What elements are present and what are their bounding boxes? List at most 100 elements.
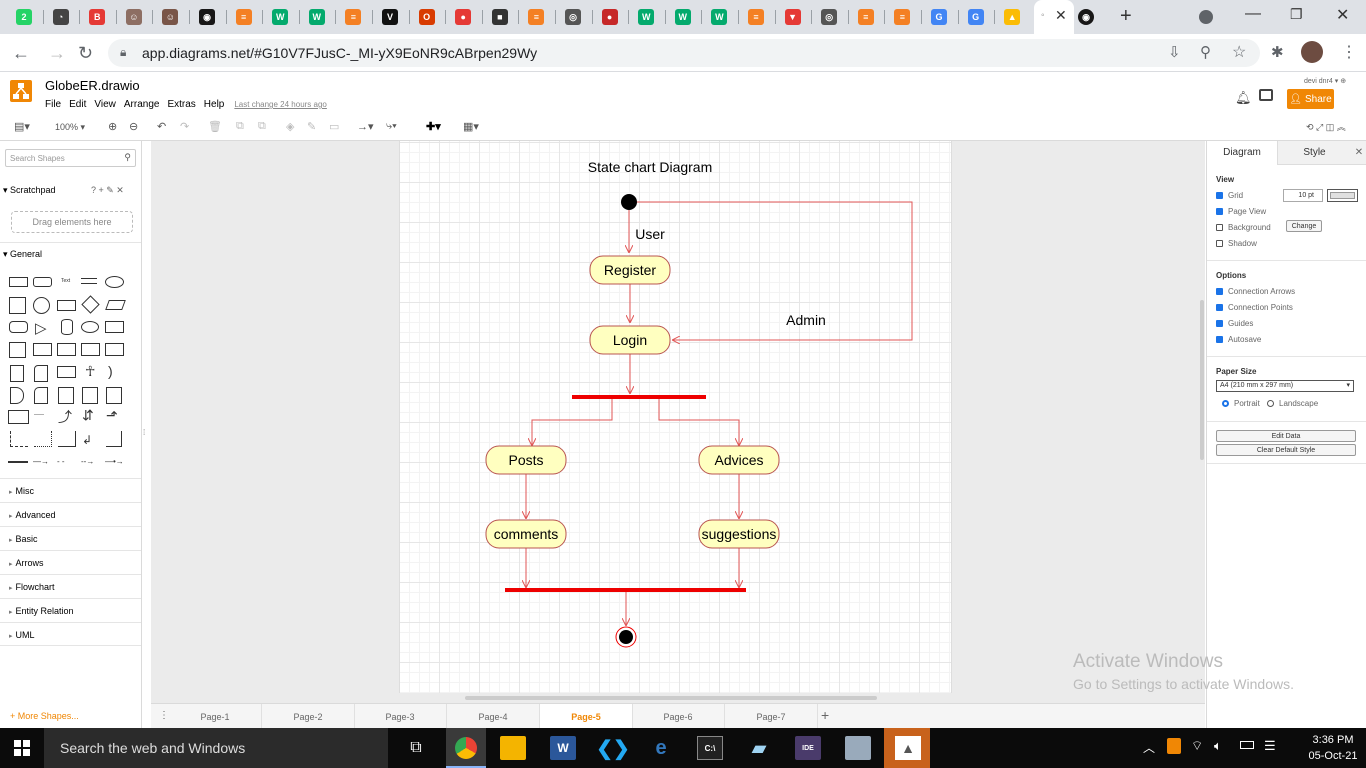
browser-tab[interactable]: ■ [488, 6, 512, 28]
scratchpad-drop-zone[interactable]: Drag elements here [11, 211, 133, 233]
diamond-shape[interactable] [81, 295, 100, 314]
search-shapes-input[interactable]: Search Shapes ⚲ [5, 149, 136, 167]
zoom-out-icon[interactable]: ⊖ [129, 120, 138, 133]
browser-tab[interactable]: ≡ [744, 6, 768, 28]
tab-diagram[interactable]: Diagram [1207, 141, 1277, 165]
clear-default-style-button[interactable]: Clear Default Style [1216, 444, 1356, 456]
word-icon[interactable]: W [550, 736, 576, 760]
terminal-icon[interactable]: C:\ [697, 736, 723, 760]
minimize-icon[interactable]: — [1245, 5, 1261, 23]
autosave-option[interactable]: Autosave [1216, 335, 1261, 344]
forward-icon[interactable]: → [48, 43, 66, 63]
shadow-icon[interactable]: ▭ [329, 120, 339, 133]
browser-tab[interactable]: ◉ [195, 6, 219, 28]
browser-tab[interactable]: ▼ [781, 6, 805, 28]
tray-app-icon[interactable] [1167, 738, 1181, 754]
frame-shape[interactable] [106, 387, 122, 404]
table-icon[interactable]: ▦▾ [463, 120, 479, 133]
sidebar-section-misc[interactable]: Misc [0, 478, 141, 502]
shadow-checkbox[interactable] [1216, 240, 1223, 247]
rounded-rectangle-shape[interactable] [33, 277, 52, 287]
taskbar-search-box[interactable]: Search the web and Windows [44, 728, 388, 768]
browser-tab[interactable]: O [415, 6, 439, 28]
paper-size-select[interactable]: A4 (210 mm x 297 mm) ▾ [1216, 380, 1354, 392]
connection-arrows-option[interactable]: Connection Arrows [1216, 287, 1295, 296]
cloud-shape[interactable] [81, 321, 99, 333]
browser-tab[interactable]: ≡ [524, 6, 548, 28]
connection-arrows-checkbox[interactable] [1216, 288, 1223, 295]
close-window-icon[interactable]: ✕ [1336, 5, 1349, 25]
guides-option[interactable]: Guides [1216, 319, 1253, 328]
page-view-option[interactable]: Page View [1216, 207, 1266, 216]
extensions-icon[interactable]: ✱ [1271, 43, 1284, 61]
elbow-connector-shape[interactable] [58, 431, 76, 447]
parallelogram-shape[interactable] [105, 300, 126, 310]
square-shape[interactable] [9, 297, 26, 314]
step-shape[interactable] [57, 343, 76, 356]
list-shape[interactable] [82, 387, 98, 404]
system-clock[interactable]: 3:36 PM 05-Oct-21 [1302, 732, 1364, 764]
bidirectional-arrow-shape[interactable]: ⇵ [82, 407, 94, 424]
connection-points-option[interactable]: Connection Points [1216, 303, 1293, 312]
link-shape[interactable]: —— [34, 412, 44, 418]
tab-page-1[interactable]: Page-1 [169, 704, 262, 729]
profile-avatar[interactable] [1301, 41, 1323, 63]
browser-tab[interactable]: W [707, 6, 731, 28]
hexagon-shape[interactable] [9, 321, 28, 333]
ellipse-shape[interactable] [105, 276, 124, 288]
zoom-select[interactable]: 100% ▾ [55, 122, 85, 133]
edge-icon[interactable]: e [648, 736, 674, 760]
arrow-up-shape[interactable]: ⬏ [106, 407, 118, 424]
browser-tab[interactable]: ● [598, 6, 622, 28]
dashed-arrow-shape[interactable]: --→ [81, 457, 94, 466]
curve-shape[interactable]: ⤴ [58, 407, 72, 427]
browser-tab[interactable]: ≡ [232, 6, 256, 28]
grid-option[interactable]: Grid [1216, 191, 1243, 200]
browser-tab[interactable]: B [85, 6, 109, 28]
tab-page-6[interactable]: Page-6 [632, 704, 725, 729]
browser-tab[interactable]: G [927, 6, 951, 28]
redo-icon[interactable]: ↷ [180, 120, 189, 133]
battery-icon[interactable] [1240, 741, 1254, 749]
browser-tab[interactable]: ☺ [122, 6, 146, 28]
waypoints-icon[interactable]: ⤷▾ [386, 120, 397, 133]
browser-tab[interactable]: 2 [12, 6, 36, 28]
user-name[interactable]: devi dnr4 ▾ ⊕ [1304, 77, 1346, 85]
file-name[interactable]: GlobeER.drawio [45, 78, 140, 93]
dotted-connector-shape[interactable] [34, 431, 52, 447]
tab-page-4[interactable]: Page-4 [447, 704, 540, 729]
more-shapes-link[interactable]: + More Shapes... [10, 711, 79, 721]
zoom-in-icon[interactable]: ⊕ [108, 120, 117, 133]
process-shape[interactable] [57, 300, 76, 311]
tab-style[interactable]: Style [1277, 141, 1351, 165]
landscape-option[interactable]: Landscape [1267, 399, 1318, 408]
text-shape[interactable]: Text [61, 278, 70, 284]
line-shape[interactable] [8, 461, 28, 463]
task-view-icon[interactable]: ⧉ [403, 736, 429, 760]
new-tab-icon[interactable]: + [1120, 5, 1132, 28]
cube-shape[interactable] [33, 343, 52, 356]
restore-icon[interactable]: ❐ [1290, 6, 1303, 23]
notification-bell-icon[interactable]: 🔔︎ [1235, 90, 1252, 106]
to-back-icon[interactable]: ⧉ [258, 120, 266, 133]
browser-tab[interactable]: ◎ [561, 6, 585, 28]
circle-shape[interactable] [33, 297, 50, 314]
page-view-checkbox[interactable] [1216, 208, 1223, 215]
browser-tab[interactable]: G [964, 6, 988, 28]
menu-extras[interactable]: Extras [167, 99, 195, 110]
dashed-connector-shape[interactable] [10, 431, 28, 447]
autosave-checkbox[interactable] [1216, 336, 1223, 343]
portrait-radio[interactable] [1222, 400, 1229, 407]
zoom-icon[interactable]: ⚲ [1200, 43, 1211, 61]
back-icon[interactable]: ← [12, 43, 30, 63]
close-panel-icon[interactable]: ✕ [1351, 141, 1366, 165]
menu-dots-icon[interactable]: ⋮ [1341, 42, 1357, 62]
browser-tab[interactable]: ◔ [49, 6, 73, 28]
horizontal-scrollbar[interactable] [465, 696, 877, 700]
to-front-icon[interactable]: ⧉ [236, 120, 244, 133]
delete-icon[interactable]: 🗑︎ [208, 120, 222, 133]
rectangle-shape[interactable] [9, 277, 28, 287]
install-icon[interactable]: ⇩ [1168, 43, 1181, 61]
sidebar-section-arrows[interactable]: Arrows [0, 550, 141, 574]
scratchpad-tools[interactable]: ? + ✎ ✕ [91, 185, 124, 196]
